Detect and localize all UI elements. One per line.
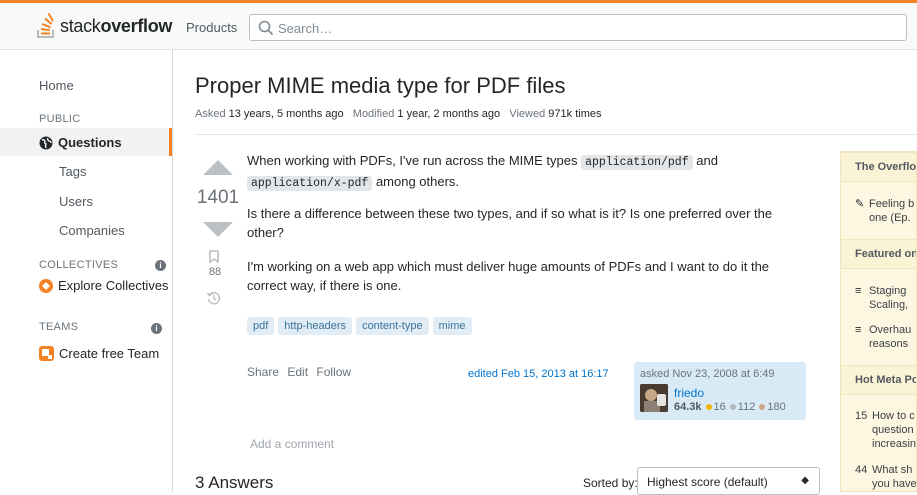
share-link[interactable]: Share: [247, 365, 279, 379]
tag-pdf[interactable]: pdf: [247, 317, 275, 335]
nav-explore-collectives[interactable]: Explore Collectives: [39, 278, 169, 293]
teams-info-icon[interactable]: i: [151, 323, 162, 334]
question-body-p2: Is there a difference between these two …: [247, 206, 773, 240]
search-input[interactable]: Search…: [249, 14, 907, 41]
downvote-button[interactable]: [203, 222, 233, 237]
stackoverflow-logo-icon: [36, 12, 56, 39]
edited-link[interactable]: edited Feb 15, 2013 at 16:17: [468, 368, 609, 380]
hot-meta-header: Hot Meta Po: [841, 365, 916, 395]
nav-tags[interactable]: Tags: [59, 164, 86, 179]
collectives-icon: [39, 278, 53, 293]
overflow-blog-header: The Overflow: [841, 152, 916, 182]
vote-count: 1401: [196, 187, 240, 208]
globe-icon: [39, 136, 53, 149]
nav-questions[interactable]: Questions: [39, 135, 122, 150]
hot-meta-item-1[interactable]: 15 How to c question increasin: [855, 409, 916, 451]
tag-list: pdf http-headers content-type mime: [247, 317, 472, 335]
nav-home[interactable]: Home: [39, 78, 74, 93]
hot-meta-item-2[interactable]: 44 What sh you have: [855, 463, 916, 491]
history-icon[interactable]: [207, 291, 221, 305]
title-divider: [195, 134, 917, 135]
asker-reputation: 64.3k 16 112 180: [674, 401, 786, 413]
silver-badge-icon: [729, 403, 736, 410]
nav-create-team[interactable]: Create free Team: [39, 346, 159, 361]
stackoverflow-small-icon: ≡: [855, 285, 862, 297]
nav-section-teams: TEAMS: [39, 321, 79, 333]
follow-link[interactable]: Follow: [316, 365, 351, 379]
asker-username[interactable]: friedo: [674, 386, 704, 400]
answers-count: 3 Answers: [195, 473, 274, 492]
question-meta: Asked 13 years, 5 months ago Modified 1 …: [195, 108, 602, 120]
featured-item-1[interactable]: ≡ Staging Scaling,: [855, 284, 908, 312]
bookmark-count: 88: [208, 266, 222, 278]
top-bar: stackoverflow Products Search…: [0, 0, 917, 50]
left-sidebar: Home PUBLIC Questions Tags Users Compani…: [0, 50, 173, 492]
bronze-badge-icon: [759, 403, 766, 410]
bookmark-icon[interactable]: [209, 250, 219, 263]
upvote-button[interactable]: [203, 160, 233, 175]
question-body-p3: I'm working on a web app which must deli…: [247, 259, 770, 293]
nav-companies[interactable]: Companies: [59, 223, 125, 238]
overflow-blog-item[interactable]: ✎ Feeling b one (Ep.: [855, 197, 914, 225]
nav-section-collectives: COLLECTIVES: [39, 259, 119, 271]
site-logo[interactable]: stackoverflow: [36, 11, 172, 41]
select-arrows-icon: ◆: [801, 475, 809, 486]
asked-date: asked Nov 23, 2008 at 6:49: [640, 368, 775, 380]
search-placeholder: Search…: [278, 21, 333, 36]
teams-icon: [39, 346, 54, 361]
logo-text: stackoverflow: [60, 15, 173, 36]
post-actions: Share Edit Follow: [247, 365, 356, 379]
stackoverflow-small-icon: ≡: [855, 324, 862, 336]
question-body-p1: When working with PDFs, I've run across …: [247, 153, 718, 191]
sorted-by-label: Sorted by:: [583, 476, 638, 490]
tag-content-type[interactable]: content-type: [356, 317, 429, 335]
code-application-pdf: application/pdf: [581, 155, 693, 170]
pencil-icon: ✎: [855, 198, 865, 210]
question-title[interactable]: Proper MIME media type for PDF files: [195, 73, 565, 99]
featured-meta-header: Featured on: [841, 239, 916, 269]
nav-section-public: PUBLIC: [39, 113, 81, 125]
featured-item-2[interactable]: ≡ Overhau reasons: [855, 323, 911, 351]
search-icon: [258, 20, 274, 36]
tag-http-headers[interactable]: http-headers: [278, 317, 353, 335]
collectives-info-icon[interactable]: i: [155, 260, 166, 271]
tag-mime[interactable]: mime: [432, 317, 472, 335]
add-comment-link[interactable]: Add a comment: [250, 437, 334, 451]
gold-badge-icon: [705, 403, 712, 410]
sort-select[interactable]: Highest score (default) ◆: [637, 467, 820, 495]
asker-card: asked Nov 23, 2008 at 6:49 friedo 64.3k 1…: [634, 362, 806, 420]
avatar[interactable]: [640, 384, 668, 412]
edit-link[interactable]: Edit: [287, 365, 308, 379]
nav-users[interactable]: Users: [59, 194, 93, 209]
code-application-x-pdf: application/x-pdf: [247, 176, 373, 191]
right-sidebar-blog: The Overflow ✎Feeling b one (Ep. Feature…: [840, 151, 917, 492]
products-menu[interactable]: Products: [186, 20, 237, 35]
